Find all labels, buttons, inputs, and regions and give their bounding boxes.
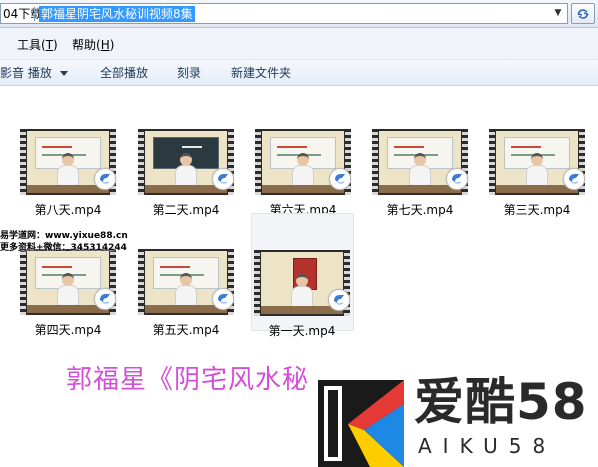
file-name: 第七天.mp4	[386, 203, 454, 217]
address-bar[interactable]: 04下载 郭福星阴宅风水秘训视频8集 ▼	[0, 3, 568, 24]
file-name: 第三天.mp4	[503, 203, 571, 217]
site-note-line1: 易学道网：www.yixue88.cn	[0, 231, 128, 241]
menu-help-text: 帮助(	[72, 38, 101, 52]
filmstrip-edge	[254, 250, 260, 316]
filmstrip-edge	[20, 129, 26, 195]
file-name: 第一天.mp4	[268, 324, 336, 338]
media-player-icon	[328, 289, 350, 311]
file-item[interactable]: 第一天.mp4	[251, 213, 354, 338]
chevron-down-icon[interactable]: ▼	[551, 6, 565, 21]
address-bar-strip: 04下载 郭福星阴宅风水秘训视频8集 ▼	[0, 0, 598, 28]
media-player-icon	[446, 168, 468, 190]
file-name: 第八天.mp4	[34, 203, 102, 217]
filmstrip-edge	[372, 129, 378, 195]
media-player-icon	[94, 288, 116, 310]
file-item[interactable]: 第八天.mp4	[18, 126, 118, 242]
file-item[interactable]: 第二天.mp4	[136, 126, 236, 242]
media-player-icon	[94, 168, 116, 190]
logo-name: 爱酷58	[414, 373, 588, 431]
new-folder-button[interactable]: 新建文件夹	[231, 64, 291, 82]
menu-tools-key: T	[45, 38, 54, 52]
address-path-selected[interactable]: 郭福星阴宅风水秘训视频8集	[39, 6, 195, 22]
menu-tools[interactable]: 工具(T)	[17, 36, 58, 54]
media-player-icon	[212, 168, 234, 190]
play-all-button[interactable]: 全部播放	[100, 64, 148, 82]
site-note-line2: 更多资料+微信：345314244	[0, 243, 127, 253]
file-name: 第四天.mp4	[34, 323, 102, 337]
menu-help-close: )	[109, 38, 115, 52]
menu-tools-text: 工具(	[17, 38, 46, 52]
breadcrumb-parent[interactable]: 04下载	[1, 6, 42, 22]
file-name: 第五天.mp4	[152, 323, 220, 337]
play-with-button[interactable]: 影音 播放	[0, 64, 68, 82]
file-item[interactable]: 第五天.mp4	[136, 246, 236, 362]
menu-help-key: H	[100, 38, 110, 52]
filmstrip-edge	[20, 249, 26, 315]
refresh-button[interactable]	[571, 3, 595, 24]
filmstrip-edge	[489, 129, 495, 195]
aiku-logo-mark	[318, 380, 404, 467]
file-item[interactable]: 第四天.mp4	[18, 246, 118, 362]
promo-title: 郭福星《阴宅风水秘	[66, 365, 310, 395]
menu-help[interactable]: 帮助(H)	[72, 36, 114, 54]
play-with-label: 影音 播放	[0, 66, 52, 80]
media-player-icon	[563, 168, 585, 190]
file-item[interactable]: 第七天.mp4	[370, 126, 470, 242]
media-player-icon	[212, 288, 234, 310]
menu-bar: 工具(T) 帮助(H)	[0, 28, 598, 60]
burn-button[interactable]: 刻录	[177, 64, 201, 82]
filmstrip-edge	[138, 249, 144, 315]
filmstrip-edge	[138, 129, 144, 195]
filmstrip-edge	[255, 129, 261, 195]
media-player-icon	[329, 168, 351, 190]
dropdown-arrow-icon	[59, 71, 68, 76]
file-item[interactable]: 第三天.mp4	[487, 126, 587, 242]
logo-subtitle: AIKU58	[418, 434, 557, 458]
breadcrumb-separator	[34, 7, 35, 21]
logo-mark-icon	[318, 380, 404, 467]
menu-tools-close: )	[53, 38, 58, 52]
refresh-icon	[577, 9, 589, 19]
file-name: 第二天.mp4	[152, 203, 220, 217]
command-bar: 影音 播放 全部播放 刻录 新建文件夹	[0, 60, 598, 86]
